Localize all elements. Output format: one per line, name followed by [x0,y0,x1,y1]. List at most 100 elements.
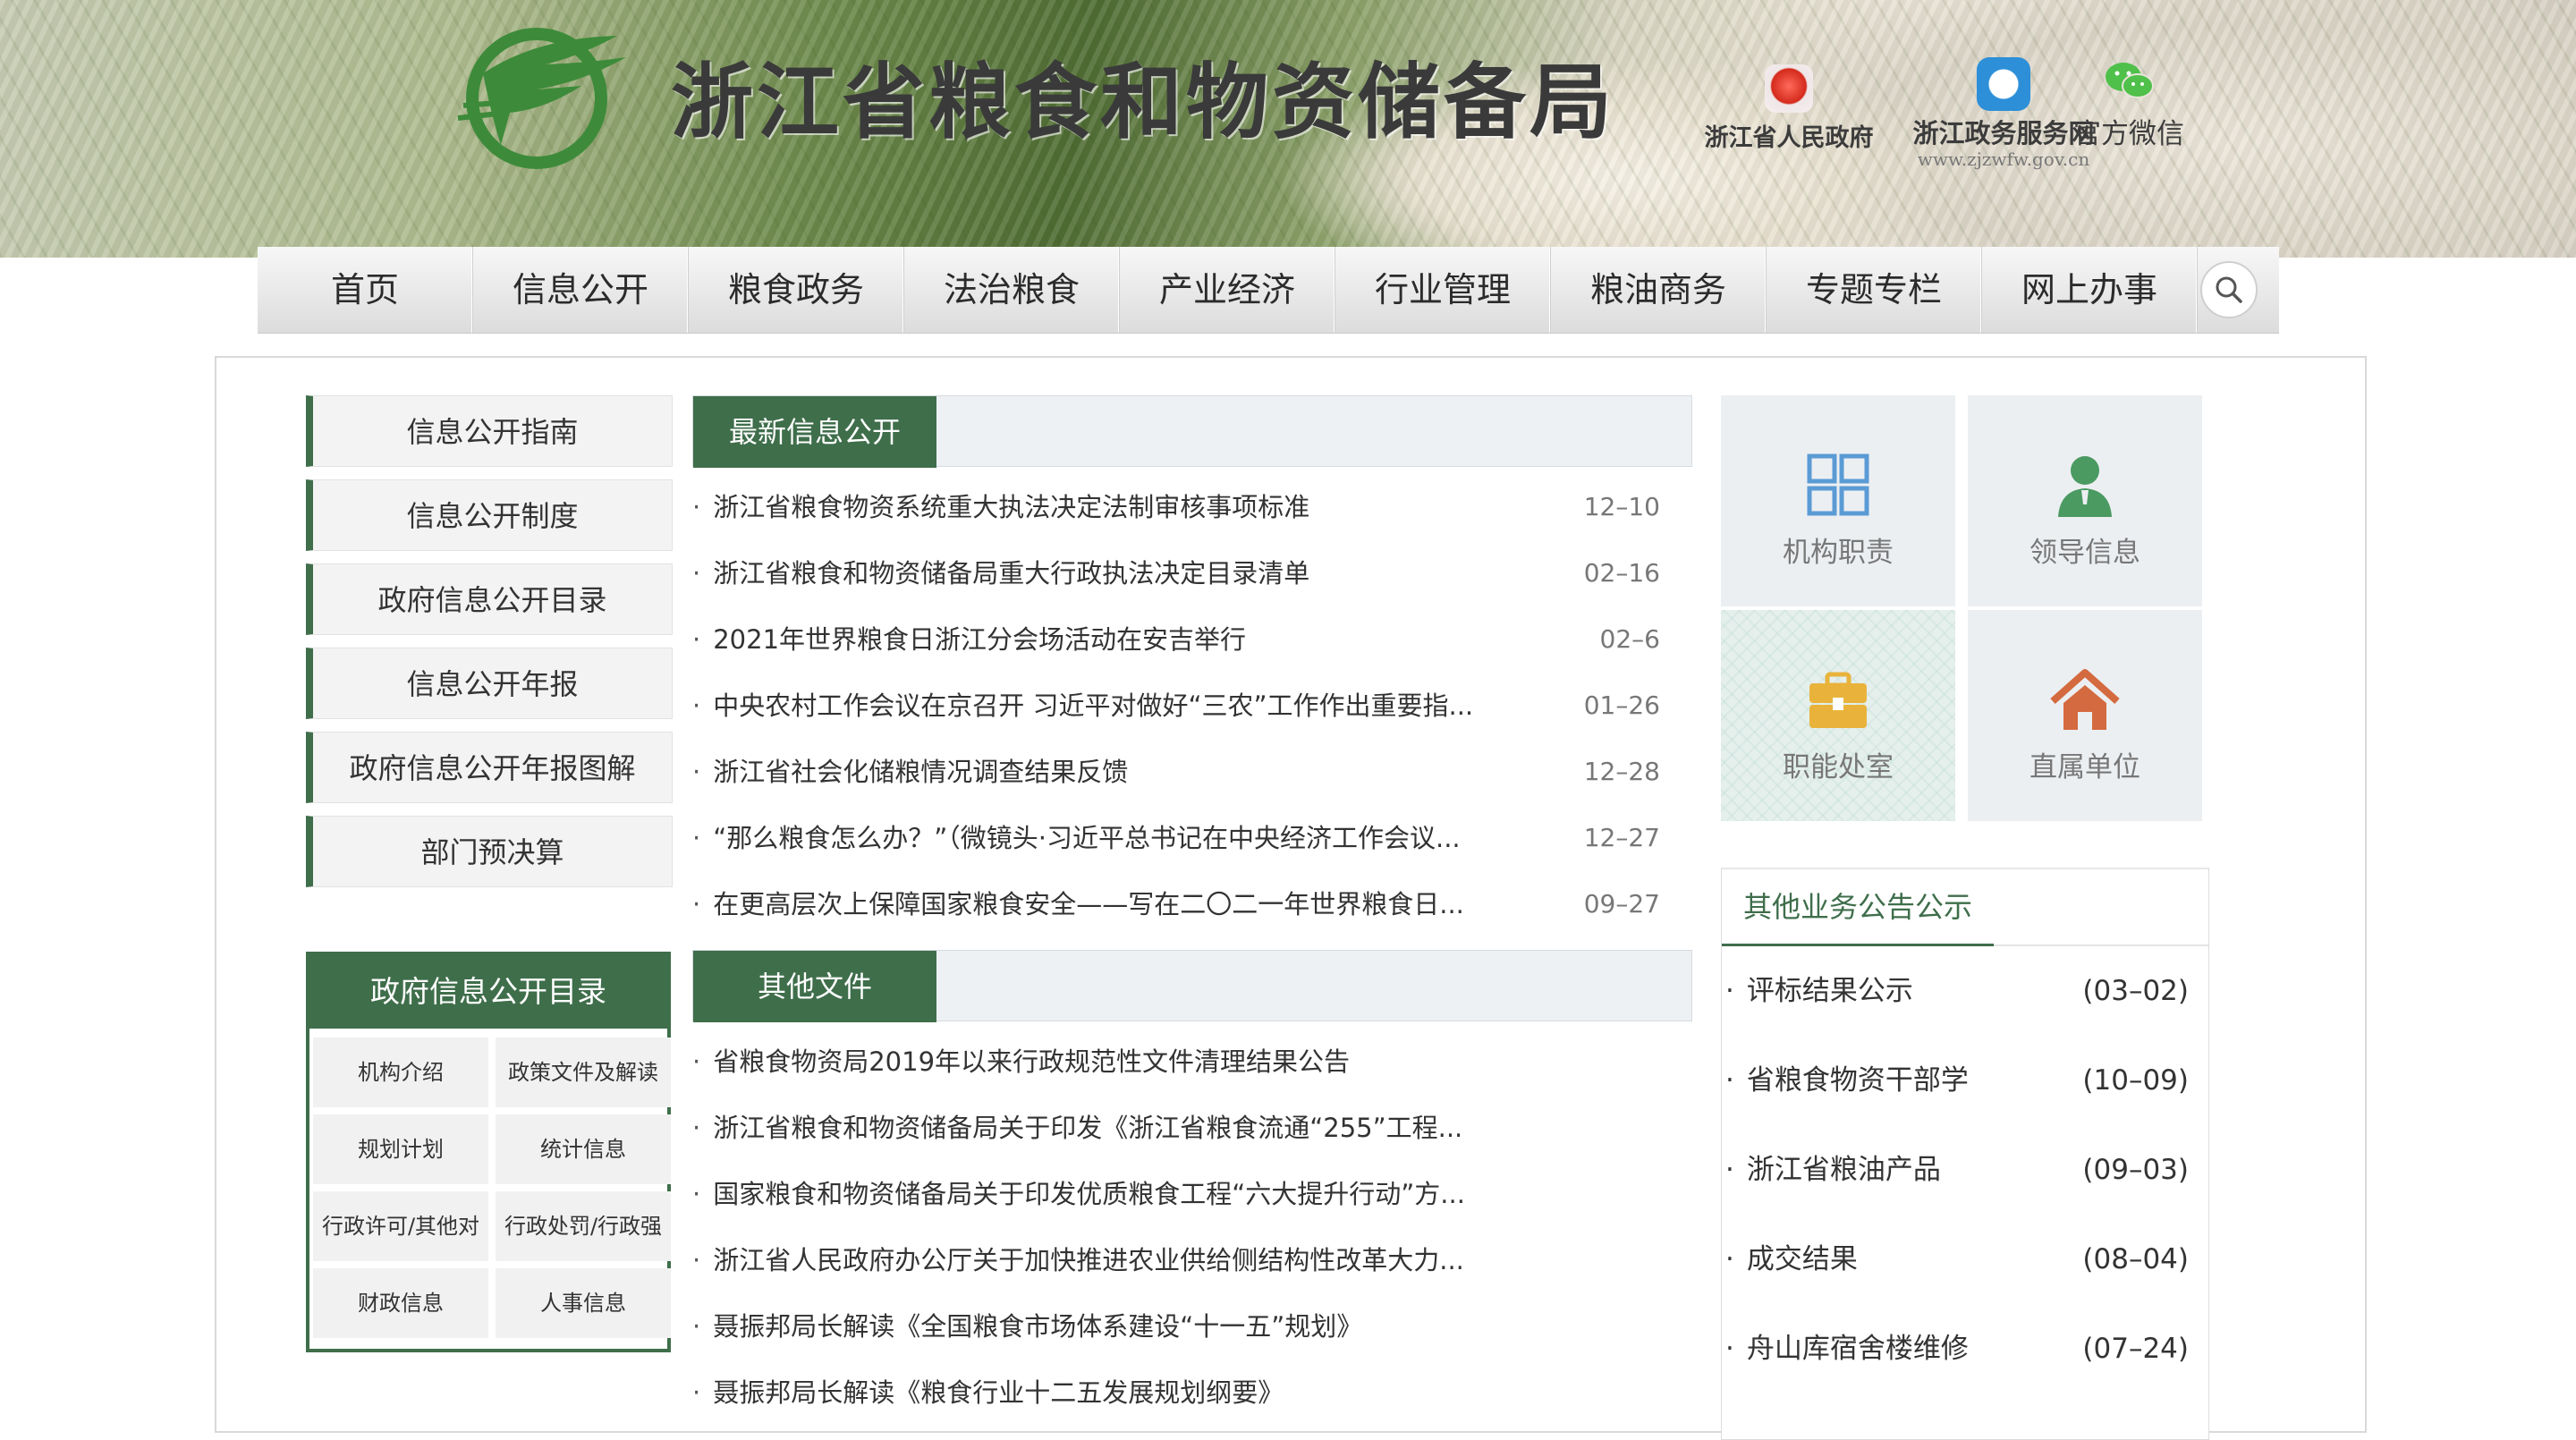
tab-latest-info[interactable]: 最新信息公开 [693,396,936,468]
news-title[interactable]: “那么粮食怎么办？”（微镜头·习近平总书记在中央经济工作会议... [692,805,1460,871]
news-title[interactable]: 浙江省粮食物资系统重大执法决定法制审核事项标准 [692,474,1309,540]
sidebar-link-catalog[interactable]: 政府信息公开目录 [306,563,673,635]
tile-label: 职能处室 [1783,751,1894,784]
tab-other-docs[interactable]: 其他文件 [693,951,936,1022]
news-date: 12–10 [1583,492,1660,521]
main-content: 信息公开指南 信息公开制度 政府信息公开目录 信息公开年报 政府信息公开年报图解… [215,356,2367,1440]
list-item[interactable]: 聂振邦局长解读《粮食行业十二五发展规划纲要》 [692,1360,1692,1426]
gov-portal-label: 浙江省人民政府 [1704,124,1874,152]
nav-home[interactable]: 首页 [258,247,473,333]
list-item[interactable]: 浙江省社会化储粮情况调查结果反馈 12–28 [692,739,1692,805]
news-date: 02–16 [1583,558,1660,588]
list-item[interactable]: 中央农村工作会议在京召开 习近平对做好“三农”工作作出重要指... 01–26 [692,673,1692,739]
list-item[interactable]: 浙江省粮食和物资储备局关于印发《浙江省粮食流通“255”工程... [692,1095,1692,1161]
tile-label: 直属单位 [2029,751,2140,784]
news-title[interactable]: 浙江省社会化储粮情况调查结果反馈 [692,739,1128,805]
list-item[interactable]: 省粮食物资局2019年以来行政规范性文件清理结果公告 [692,1029,1692,1095]
tile-org-duties[interactable]: 机构职责 [1721,395,1955,606]
news-title[interactable]: 中央农村工作会议在京召开 习近平对做好“三农”工作作出重要指... [692,673,1473,739]
doc-title[interactable]: 聂振邦局长解读《粮食行业十二五发展规划纲要》 [692,1360,1284,1426]
directory-grid: 机构介绍 政策文件及解读 规划计划 统计信息 行政许可/其他对 行政处罚/行政强… [309,1029,671,1338]
notices-title[interactable]: 其他业务公告公示 [1722,869,2208,946]
notice-title[interactable]: 舟山库宿舍楼维修 [1725,1304,1969,1393]
sidebar-link-annual-report[interactable]: 信息公开年报 [306,648,673,719]
list-item[interactable]: 2021年世界粮食日浙江分会场活动在安吉举行 02–6 [692,606,1692,673]
list-item[interactable]: 成交结果 (08–04) [1722,1215,2208,1304]
nav-industry-economy[interactable]: 产业经济 [1120,247,1335,333]
doc-title[interactable]: 聂振邦局长解读《全国粮食市场体系建设“十一五”规划》 [692,1293,1362,1360]
tile-leaders[interactable]: 领导信息 [1968,395,2202,606]
directory-item-penalties[interactable]: 行政处罚/行政强 [496,1191,671,1261]
latest-news-list: 浙江省粮食物资系统重大执法决定法制审核事项标准 12–10 浙江省粮食和物资储备局… [692,474,1692,937]
site-title: 浙江省粮食和物资储备局 [671,54,1616,150]
doc-title[interactable]: 浙江省人民政府办公厅关于加快推进农业供给侧结构性改革大力... [692,1227,1464,1293]
sidebar-link-report-graphic[interactable]: 政府信息公开年报图解 [306,732,673,803]
nav-special-topics[interactable]: 专题专栏 [1767,247,1982,333]
other-docs-section-header: 其他文件 [692,950,1692,1022]
directory-item-licensing[interactable]: 行政许可/其他对 [313,1191,488,1261]
grid-icon [1807,453,1869,516]
notice-date: (09–03) [2082,1154,2189,1186]
nav-industry-management[interactable]: 行业管理 [1335,247,1551,333]
nav-grain-affairs[interactable]: 粮食政务 [689,247,904,333]
list-item[interactable]: 浙江省粮食物资系统重大执法决定法制审核事项标准 12–10 [692,474,1692,540]
list-item[interactable]: 浙江省粮油产品 (09–03) [1722,1125,2208,1215]
list-item[interactable]: 浙江省人民政府办公厅关于加快推进农业供给侧结构性改革大力... [692,1227,1692,1293]
news-date: 09–27 [1583,889,1660,919]
person-icon [2058,456,2112,517]
doc-title[interactable]: 浙江省粮食和物资储备局关于印发《浙江省粮食流通“255”工程... [692,1095,1462,1161]
tile-affiliated-units[interactable]: 直属单位 [1968,610,2202,821]
news-date: 02–6 [1599,624,1660,654]
service-net-url: www.zjzwfw.gov.cn [1917,148,2090,170]
doc-title[interactable]: 省粮食物资局2019年以来行政规范性文件清理结果公告 [692,1029,1350,1095]
home-icon [2050,669,2120,730]
directory-item-org-intro[interactable]: 机构介绍 [313,1038,488,1107]
nav-grain-oil-commerce[interactable]: 粮油商务 [1551,247,1767,333]
notice-date: (08–04) [2082,1243,2189,1275]
news-date: 12–28 [1583,757,1660,786]
sidebar-link-system[interactable]: 信息公开制度 [306,479,673,551]
list-item[interactable]: 浙江省粮食和物资储备局重大行政执法决定目录清单 02–16 [692,540,1692,606]
news-title[interactable]: 在更高层次上保障国家粮食安全——写在二〇二一年世界粮食日... [692,871,1464,937]
nav-search-button[interactable] [2198,247,2260,333]
notices-panel: 其他业务公告公示 评标结果公示 (03–02) 省粮食物资干部学 (10–09) 浙… [1721,868,2209,1440]
directory-item-policy[interactable]: 政策文件及解读 [496,1038,671,1107]
directory-item-statistics[interactable]: 统计信息 [496,1114,671,1184]
list-item[interactable]: 聂振邦局长解读《全国粮食市场体系建设“十一五”规划》 [692,1293,1692,1360]
notice-title[interactable]: 浙江省粮油产品 [1725,1125,1941,1215]
nav-info-disclosure[interactable]: 信息公开 [473,247,689,333]
bureau-logo-icon[interactable] [447,20,635,172]
notice-title[interactable]: 省粮食物资干部学 [1725,1036,1969,1125]
header-banner: 浙江省粮食和物资储备局 浙江省人民政府 浙江政务服务网 www.zjzwfw.g… [0,0,2576,258]
sidebar-link-budget[interactable]: 部门预决算 [306,816,673,887]
news-date: 01–26 [1583,690,1660,720]
nav-rule-of-law[interactable]: 法治粮食 [904,247,1120,333]
sidebar-link-guide[interactable]: 信息公开指南 [306,395,673,467]
zhejiang-gov-icon [1765,64,1813,113]
list-item[interactable]: 在更高层次上保障国家粮食安全——写在二〇二一年世界粮食日... 09–27 [692,871,1692,937]
doc-title[interactable]: 国家粮食和物资储备局关于印发优质粮食工程“六大提升行动”方... [692,1161,1465,1227]
gov-portal-link[interactable]: 浙江省人民政府 [1690,64,1887,153]
list-item[interactable]: “那么粮食怎么办？”（微镜头·习近平总书记在中央经济工作会议... 12–27 [692,805,1692,871]
nav-online-services[interactable]: 网上办事 [1982,247,2198,333]
news-title[interactable]: 2021年世界粮食日浙江分会场活动在安吉举行 [692,606,1246,673]
list-item[interactable]: 省粮食物资干部学 (10–09) [1722,1036,2208,1125]
notices-list: 评标结果公示 (03–02) 省粮食物资干部学 (10–09) 浙江省粮油产品 (09… [1722,946,2208,1393]
tile-label: 领导信息 [2029,537,2140,569]
list-item[interactable]: 国家粮食和物资储备局关于印发优质粮食工程“六大提升行动”方... [692,1161,1692,1227]
list-item[interactable]: 评标结果公示 (03–02) [1722,946,2208,1036]
notice-title[interactable]: 成交结果 [1725,1215,1858,1304]
search-icon [2216,276,2242,303]
notice-title[interactable]: 评标结果公示 [1725,946,1913,1036]
directory-item-plans[interactable]: 规划计划 [313,1114,488,1184]
tile-departments[interactable]: 职能处室 [1721,610,1955,821]
news-title[interactable]: 浙江省粮食和物资储备局重大行政执法决定目录清单 [692,540,1309,606]
directory-item-personnel[interactable]: 人事信息 [496,1268,671,1338]
service-net-icon [1977,57,2030,111]
directory-item-finance[interactable]: 财政信息 [313,1268,488,1338]
list-item[interactable]: 舟山库宿舍楼维修 (07–24) [1722,1304,2208,1393]
search-button-circle [2200,261,2258,318]
notice-date: (03–02) [2082,975,2189,1007]
wechat-link[interactable]: 官方微信 [2057,61,2200,151]
directory-box: 政府信息公开目录 机构介绍 政策文件及解读 规划计划 统计信息 行政许可/其他对… [306,952,671,1352]
